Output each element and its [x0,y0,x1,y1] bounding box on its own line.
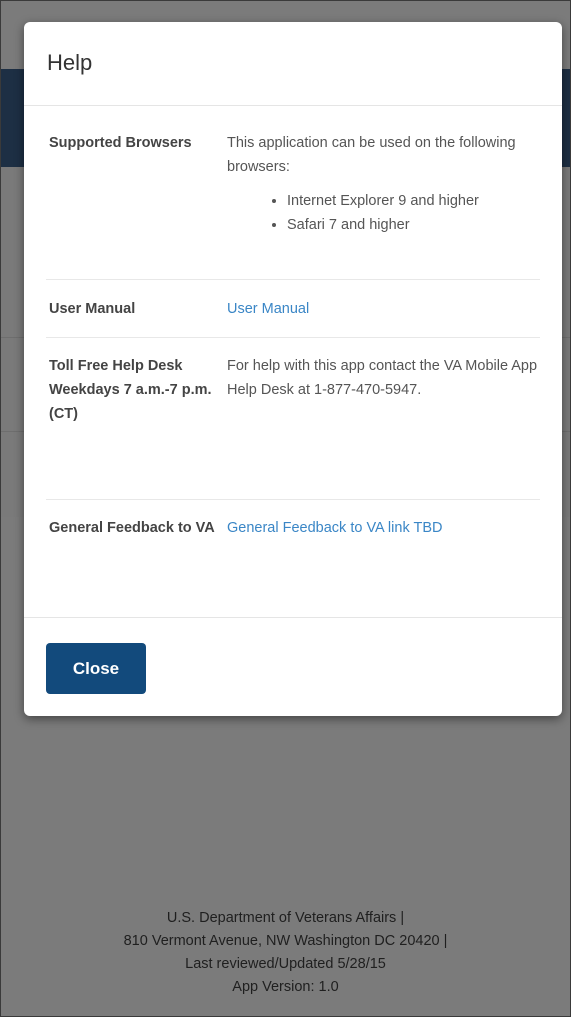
help-desk-row: Toll Free Help Desk Weekdays 7 a.m.-7 p.… [46,338,540,500]
modal-title: Help [47,50,93,75]
app-screen: U.S. Department of Veterans Affairs | 81… [0,0,571,1017]
browser-list-item: Safari 7 and higher [287,213,540,237]
page-footer: U.S. Department of Veterans Affairs | 81… [1,907,570,999]
footer-address: 810 Vermont Avenue, NW Washington DC 204… [123,933,448,949]
help-desk-text: For help with this app contact the VA Mo… [227,358,538,398]
browser-list-item: Internet Explorer 9 and higher [287,189,540,213]
general-feedback-row: General Feedback to VA General Feedback … [46,500,540,618]
general-feedback-label: General Feedback to VA [49,520,215,536]
modal-body: Supported Browsers This application can … [24,106,562,618]
user-manual-label: User Manual [49,301,136,317]
help-desk-label: Toll Free Help Desk Weekdays 7 a.m.-7 p.… [49,358,212,422]
browser-list: Internet Explorer 9 and higher Safari 7 … [227,189,540,237]
modal-header: Help [24,22,562,106]
supported-browsers-value: This application can be used on the foll… [227,131,540,279]
modal-footer: Close [24,617,562,716]
footer-last-reviewed: Last reviewed/Updated 5/28/15 [185,956,386,972]
general-feedback-link[interactable]: General Feedback to VA link TBD [227,520,442,536]
footer-department: U.S. Department of Veterans Affairs | [166,910,405,926]
supported-browsers-row: Supported Browsers This application can … [46,106,540,280]
footer-app-version: App Version: 1.0 [232,979,339,995]
user-manual-value: User Manual [227,297,540,337]
general-feedback-value: General Feedback to VA link TBD [227,516,540,618]
supported-browsers-text: This application can be used on the foll… [227,135,516,175]
supported-browsers-label: Supported Browsers [49,135,192,151]
user-manual-row: User Manual User Manual [46,280,540,338]
close-button[interactable]: Close [46,643,146,694]
user-manual-link[interactable]: User Manual [227,301,309,317]
help-modal: Help Supported Browsers This application… [24,22,562,716]
